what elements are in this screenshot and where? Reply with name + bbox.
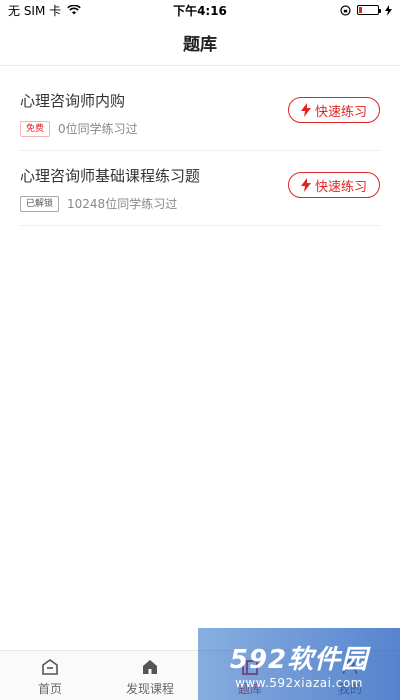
tab-home[interactable]: 首页 — [0, 651, 100, 700]
battery-icon — [357, 5, 381, 15]
item-title: 心理咨询师基础课程练习题 — [20, 167, 201, 185]
quick-practice-button[interactable]: 快速练习 — [288, 97, 380, 123]
home-icon — [42, 659, 58, 675]
carrier-label: 无 SIM 卡 — [8, 3, 62, 18]
status-right — [340, 4, 392, 16]
item-title: 心理咨询师内购 — [20, 92, 126, 110]
tab-discover[interactable]: 发现课程 — [100, 651, 200, 700]
status-left: 无 SIM 卡 — [8, 2, 81, 19]
tab-label: 首页 — [37, 682, 62, 696]
item-meta: 已解锁 10248位同学练习过 — [20, 195, 177, 212]
lightning-icon — [300, 178, 311, 192]
watermark-logo: 592软件园 — [229, 644, 369, 675]
discover-icon — [143, 660, 157, 674]
list-item[interactable]: 心理咨询师基础课程练习题 已解锁 10248位同学练习过 快速练习 — [20, 151, 380, 226]
page-title: 题库 — [183, 35, 217, 55]
watermark: 592软件园 www.592xiazai.com — [198, 628, 400, 700]
wifi-icon — [67, 5, 81, 15]
nav-bar: 题库 — [0, 20, 400, 66]
practice-count: 0位同学练习过 — [58, 122, 138, 136]
quick-practice-label: 快速练习 — [314, 104, 367, 120]
tab-label: 发现课程 — [125, 682, 174, 696]
screen: 无 SIM 卡 下午4:16 题库 心理咨询师内购 免费 0位同学练习过 快速练… — [0, 0, 400, 700]
practice-count: 10248位同学练习过 — [67, 197, 178, 211]
question-bank-list: 心理咨询师内购 免费 0位同学练习过 快速练习 心理咨询师基础课程练习题 已解锁… — [20, 76, 380, 226]
watermark-url: www.592xiazai.com — [235, 675, 363, 690]
free-badge: 免费 — [20, 120, 51, 137]
battery-level — [359, 7, 362, 13]
list-item[interactable]: 心理咨询师内购 免费 0位同学练习过 快速练习 — [20, 76, 380, 151]
item-meta: 免费 0位同学练习过 — [20, 120, 138, 137]
orientation-lock-icon — [340, 4, 351, 16]
charging-icon — [385, 4, 392, 16]
unlocked-badge: 已解锁 — [20, 195, 60, 212]
quick-practice-button[interactable]: 快速练习 — [288, 172, 380, 198]
status-bar: 无 SIM 卡 下午4:16 — [0, 0, 400, 20]
quick-practice-label: 快速练习 — [314, 179, 367, 195]
lightning-icon — [300, 103, 311, 117]
